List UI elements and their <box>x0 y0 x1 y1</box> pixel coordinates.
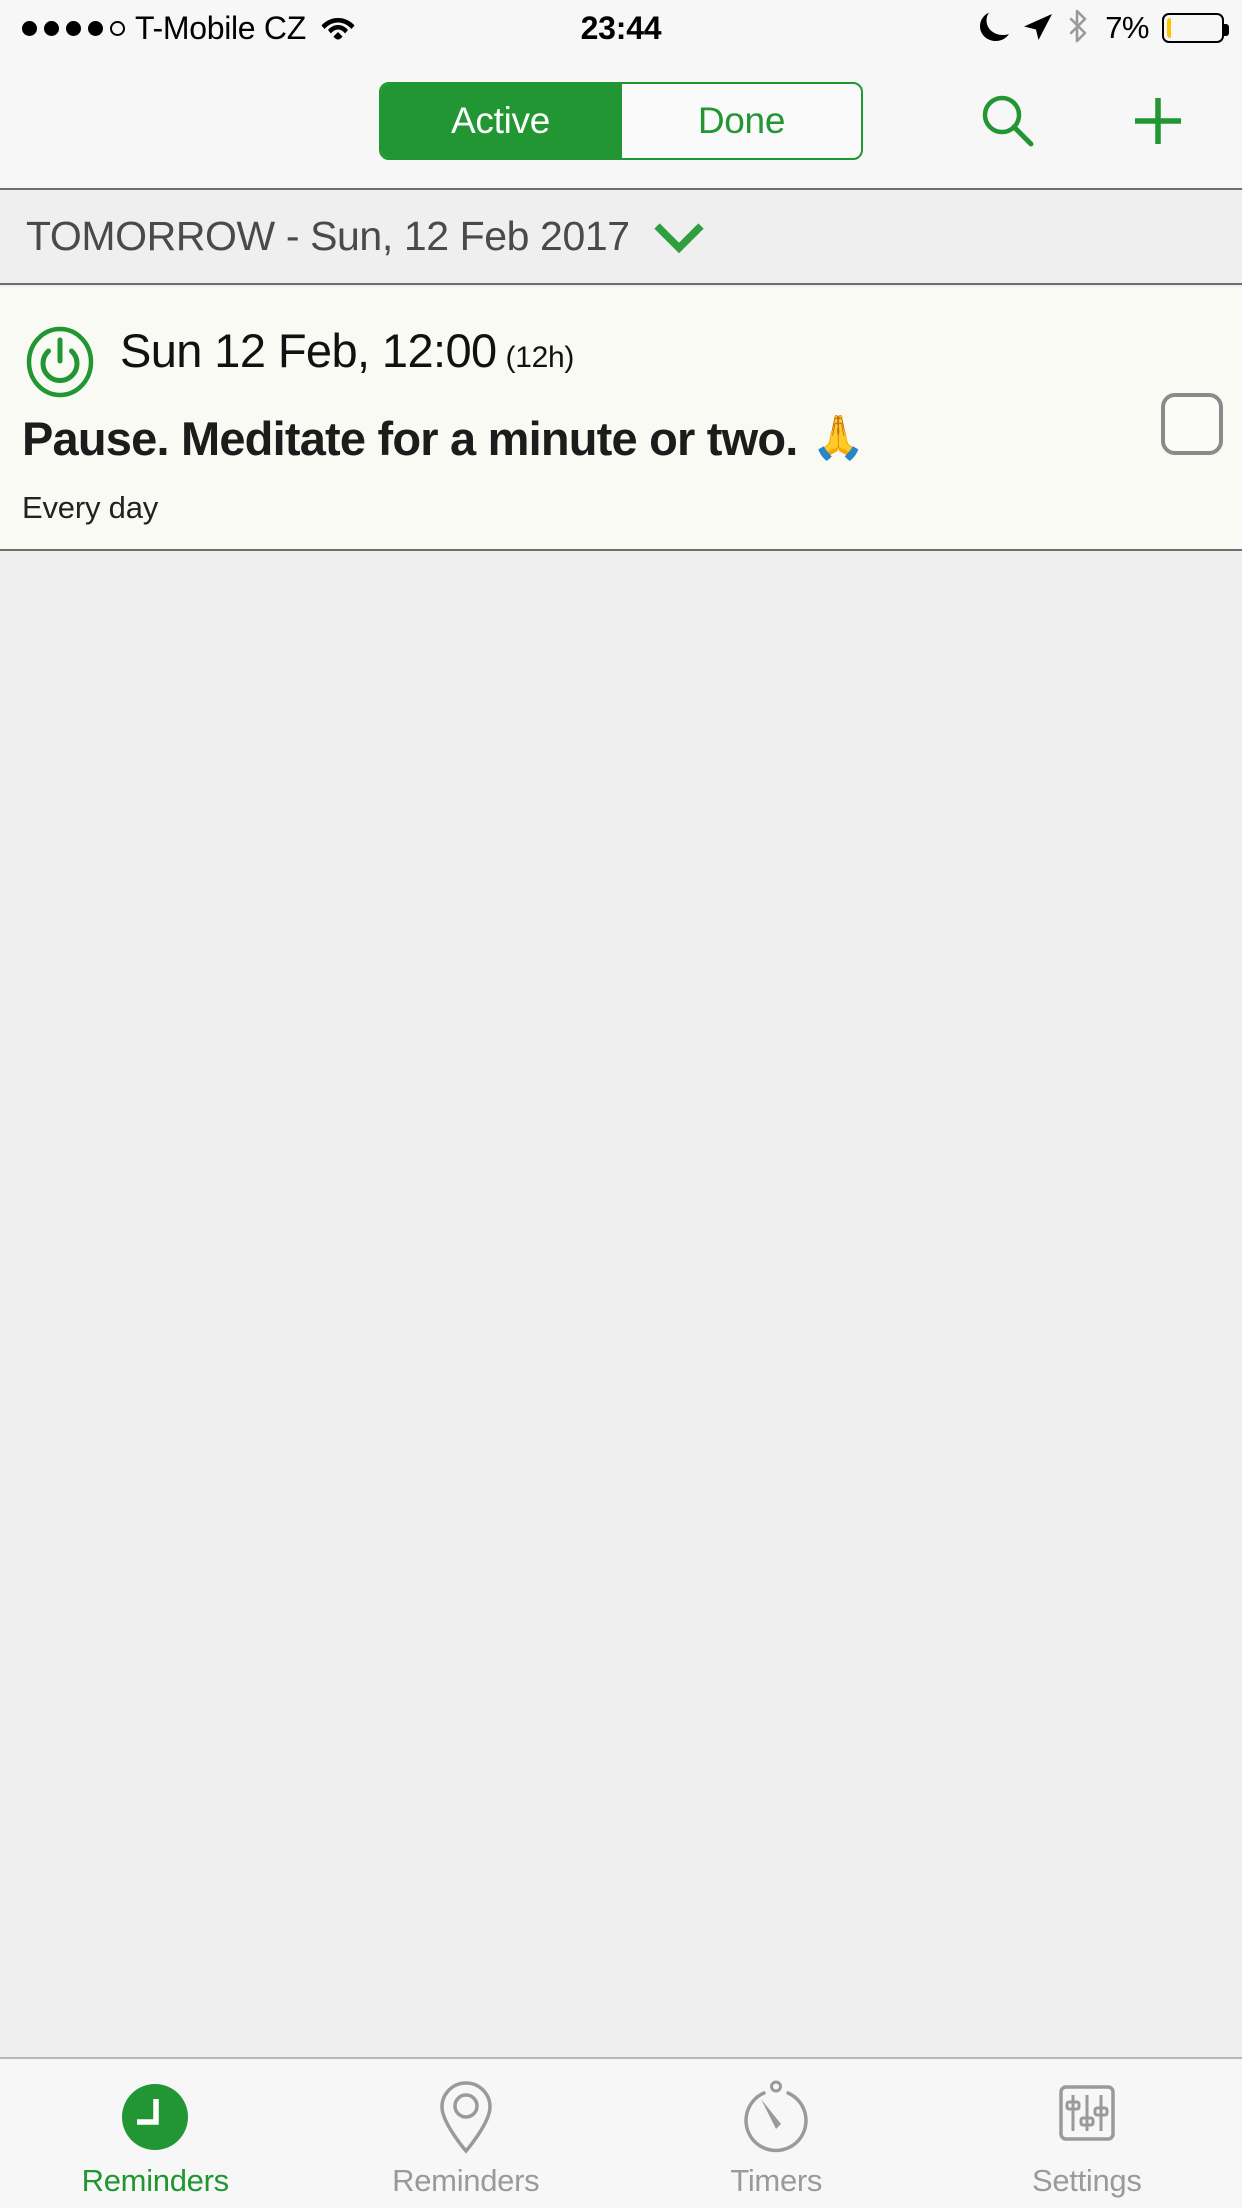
reminder-title: Pause. Meditate for a minute or two. <box>22 412 798 465</box>
segmented-control[interactable]: Active Done <box>379 82 863 160</box>
reminder-card[interactable]: Sun 12 Feb, 12:00 (12h) Pause. Meditate … <box>0 287 1242 551</box>
search-icon[interactable] <box>969 82 1047 160</box>
tab-bar-item-reminders-time[interactable]: Reminders <box>0 2059 311 2208</box>
praying-hands-emoji: 🙏 <box>811 414 866 462</box>
app-root: T-Mobile CZ 23:44 7% Active Done TOMORRO… <box>0 0 1242 2208</box>
tab-bar-item-reminders-location[interactable]: Reminders <box>311 2059 622 2208</box>
tab-bar-label: Timers <box>730 2163 823 2198</box>
tab-bar-label: Reminders <box>392 2163 540 2198</box>
plus-icon[interactable] <box>1119 82 1197 160</box>
reminder-repeat: Every day <box>22 490 159 525</box>
tab-bar-item-timers[interactable]: Timers <box>621 2059 932 2208</box>
location-arrow-icon <box>1023 11 1053 46</box>
status-bar-right: 7% <box>980 0 1229 56</box>
chevron-down-icon[interactable] <box>652 219 706 255</box>
sliders-icon <box>1047 2075 1127 2159</box>
tab-bar: Reminders Reminders Timers Settings <box>0 2057 1242 2208</box>
date-section-header[interactable]: TOMORROW - Sun, 12 Feb 2017 <box>0 190 1242 285</box>
moon-icon <box>980 10 1010 47</box>
empty-list-area <box>0 551 1242 2057</box>
stopwatch-icon <box>736 2075 816 2159</box>
bluetooth-icon <box>1066 9 1090 48</box>
battery-percent-label: 7% <box>1105 10 1149 45</box>
tab-done[interactable]: Done <box>620 84 861 158</box>
tab-bar-item-settings[interactable]: Settings <box>932 2059 1242 2208</box>
status-bar: T-Mobile CZ 23:44 7% <box>0 0 1242 56</box>
reminder-time: Sun 12 Feb, 12:00 <box>120 324 497 377</box>
reminder-duration: (12h) <box>505 341 575 374</box>
tab-bar-label: Reminders <box>81 2163 229 2198</box>
battery-icon <box>1162 13 1229 43</box>
reminder-complete-checkbox[interactable] <box>1161 393 1223 455</box>
status-bar-clock: 23:44 <box>580 9 662 46</box>
clock-icon <box>115 2075 195 2159</box>
reminder-time-row: Sun 12 Feb, 12:00 (12h) <box>120 323 574 401</box>
tab-bar-label: Settings <box>1031 2163 1142 2198</box>
date-section-title: TOMORROW - Sun, 12 Feb 2017 <box>26 213 630 259</box>
power-icon[interactable] <box>21 323 99 401</box>
nav-bar: Active Done <box>0 56 1242 190</box>
location-pin-icon <box>426 2075 506 2159</box>
tab-active[interactable]: Active <box>381 84 620 158</box>
reminder-title-row: Pause. Meditate for a minute or two. 🙏 <box>22 411 866 466</box>
